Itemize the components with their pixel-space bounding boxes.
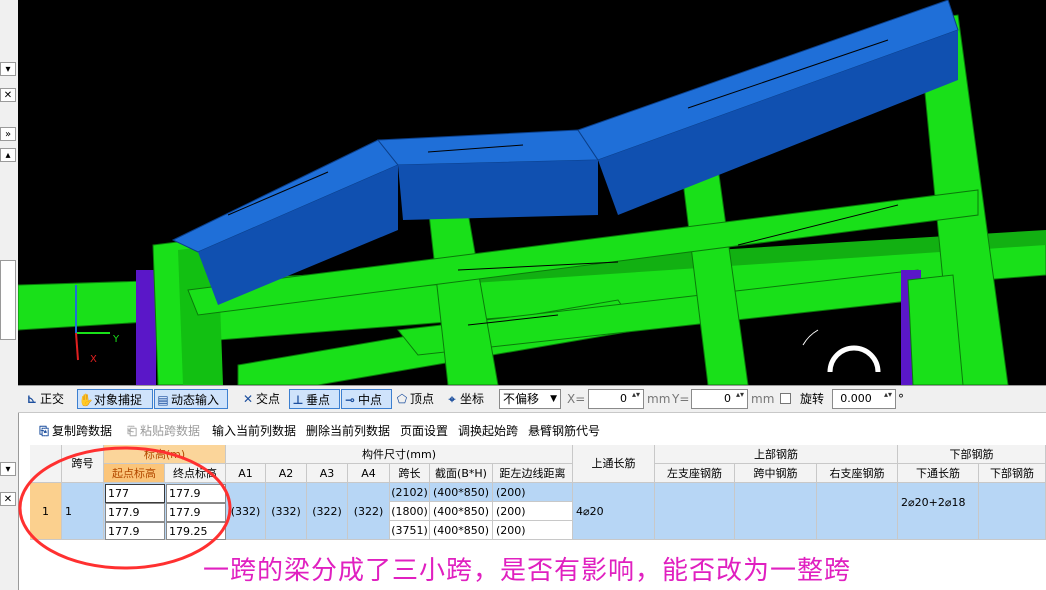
annotation-text: 一跨的梁分成了三小跨，是否有影响，能否改为一整跨 [203, 556, 852, 586]
red-circle-annotation [18, 446, 232, 570]
annotation-overlay [18, 446, 232, 570]
